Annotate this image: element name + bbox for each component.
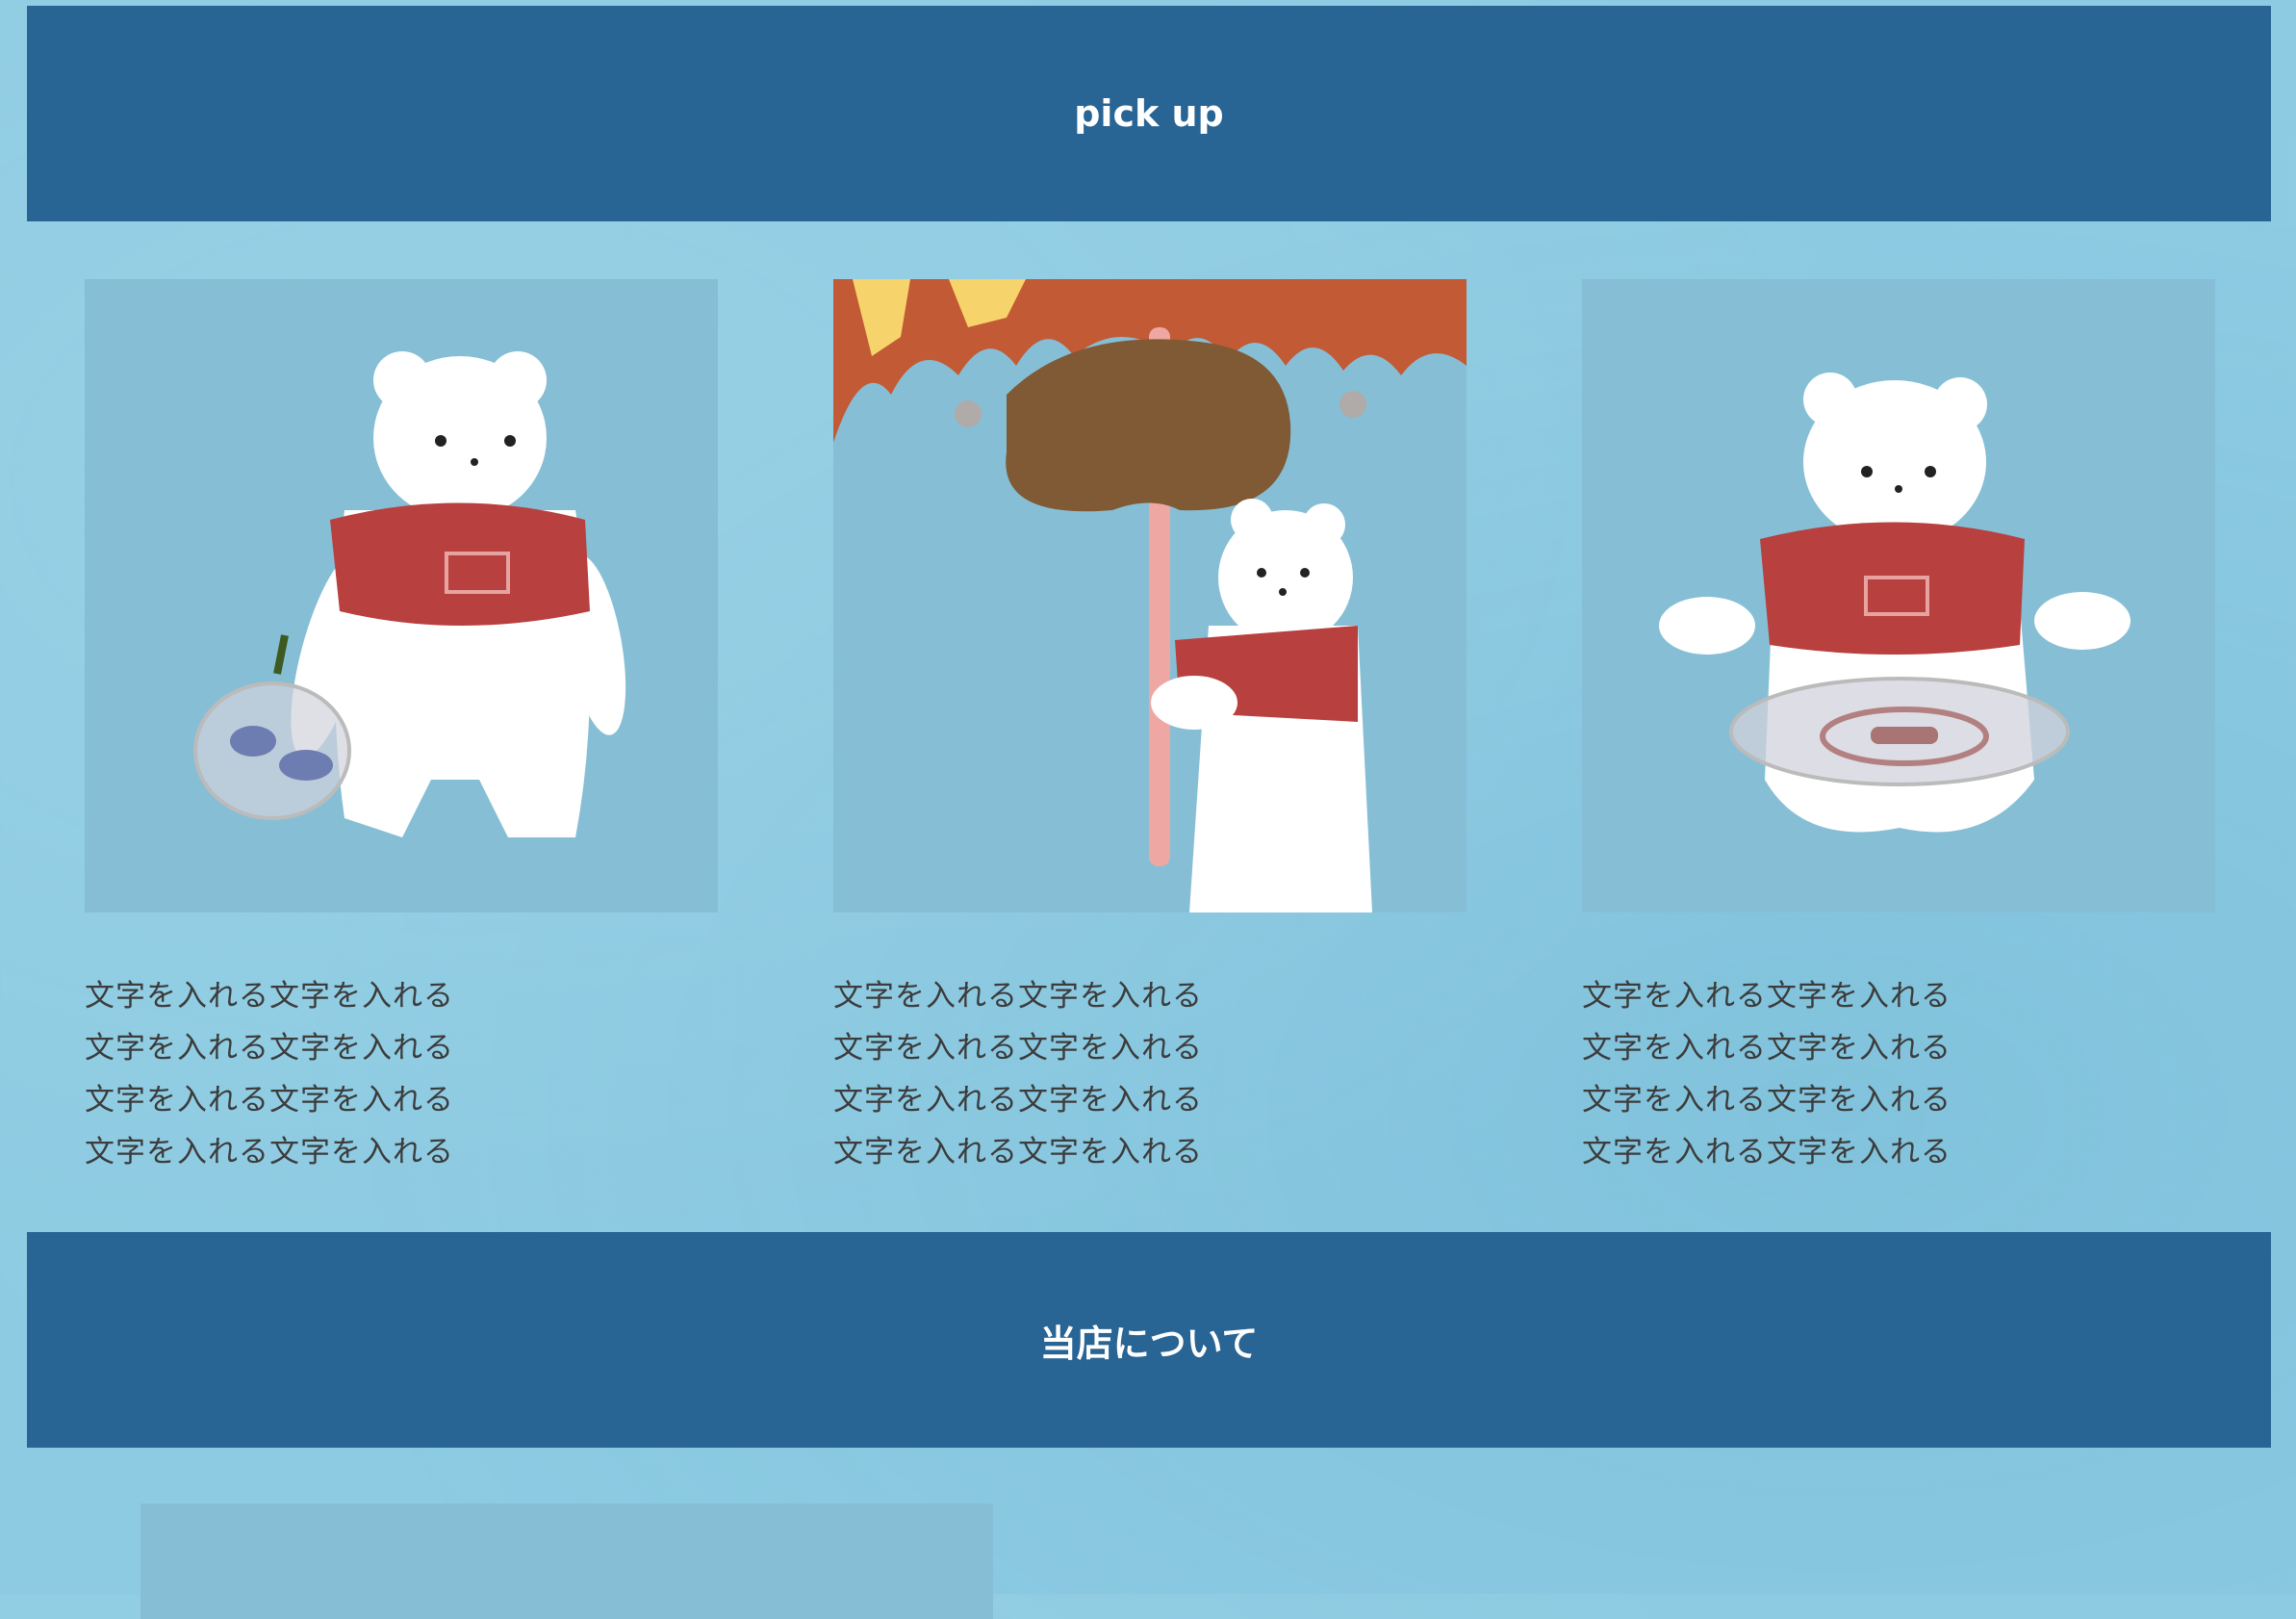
bear-sitting-with-bag-illustration[interactable]: [1582, 279, 2215, 912]
bear-with-shopping-bag-illustration[interactable]: [85, 279, 718, 912]
card-text-line: 文字を入れる文字を入れる: [1582, 979, 1952, 1014]
pickup-section-title: pick up: [1074, 92, 1224, 135]
card-text-line: 文字を入れる文字を入れる: [85, 979, 454, 1014]
card-text-line: 文字を入れる文字を入れる: [1582, 1031, 1952, 1066]
card-text-line: 文字を入れる文字を入れる: [85, 1083, 454, 1118]
card-text-line: 文字を入れる文字を入れる: [833, 1135, 1203, 1169]
pickup-card[interactable]: 文字を入れる文字を入れる 文字を入れる文字を入れる 文字を入れる文字を入れる 文…: [833, 279, 1467, 1178]
card-description: 文字を入れる文字を入れる 文字を入れる文字を入れる 文字を入れる文字を入れる 文…: [833, 970, 1467, 1178]
card-text-line: 文字を入れる文字を入れる: [833, 979, 1203, 1014]
card-text-line: 文字を入れる文字を入れる: [833, 1031, 1203, 1066]
pickup-section-banner: pick up: [27, 6, 2271, 221]
bear-holding-giant-meat-illustration[interactable]: [833, 279, 1467, 912]
card-text-line: 文字を入れる文字を入れる: [1582, 1083, 1952, 1118]
about-section-title: 当店について: [1039, 1322, 1259, 1365]
pickup-card[interactable]: 文字を入れる文字を入れる 文字を入れる文字を入れる 文字を入れる文字を入れる 文…: [1582, 279, 2215, 1178]
card-text-line: 文字を入れる文字を入れる: [85, 1031, 454, 1066]
about-image-placeholder: [140, 1503, 993, 1619]
pickup-card[interactable]: 文字を入れる文字を入れる 文字を入れる文字を入れる 文字を入れる文字を入れる 文…: [85, 279, 718, 1178]
card-text-line: 文字を入れる文字を入れる: [85, 1135, 454, 1169]
card-description: 文字を入れる文字を入れる 文字を入れる文字を入れる 文字を入れる文字を入れる 文…: [85, 970, 718, 1178]
card-text-line: 文字を入れる文字を入れる: [833, 1083, 1203, 1118]
card-text-line: 文字を入れる文字を入れる: [1582, 1135, 1952, 1169]
about-section-banner: 当店について: [27, 1232, 2271, 1448]
card-description: 文字を入れる文字を入れる 文字を入れる文字を入れる 文字を入れる文字を入れる 文…: [1582, 970, 2215, 1178]
